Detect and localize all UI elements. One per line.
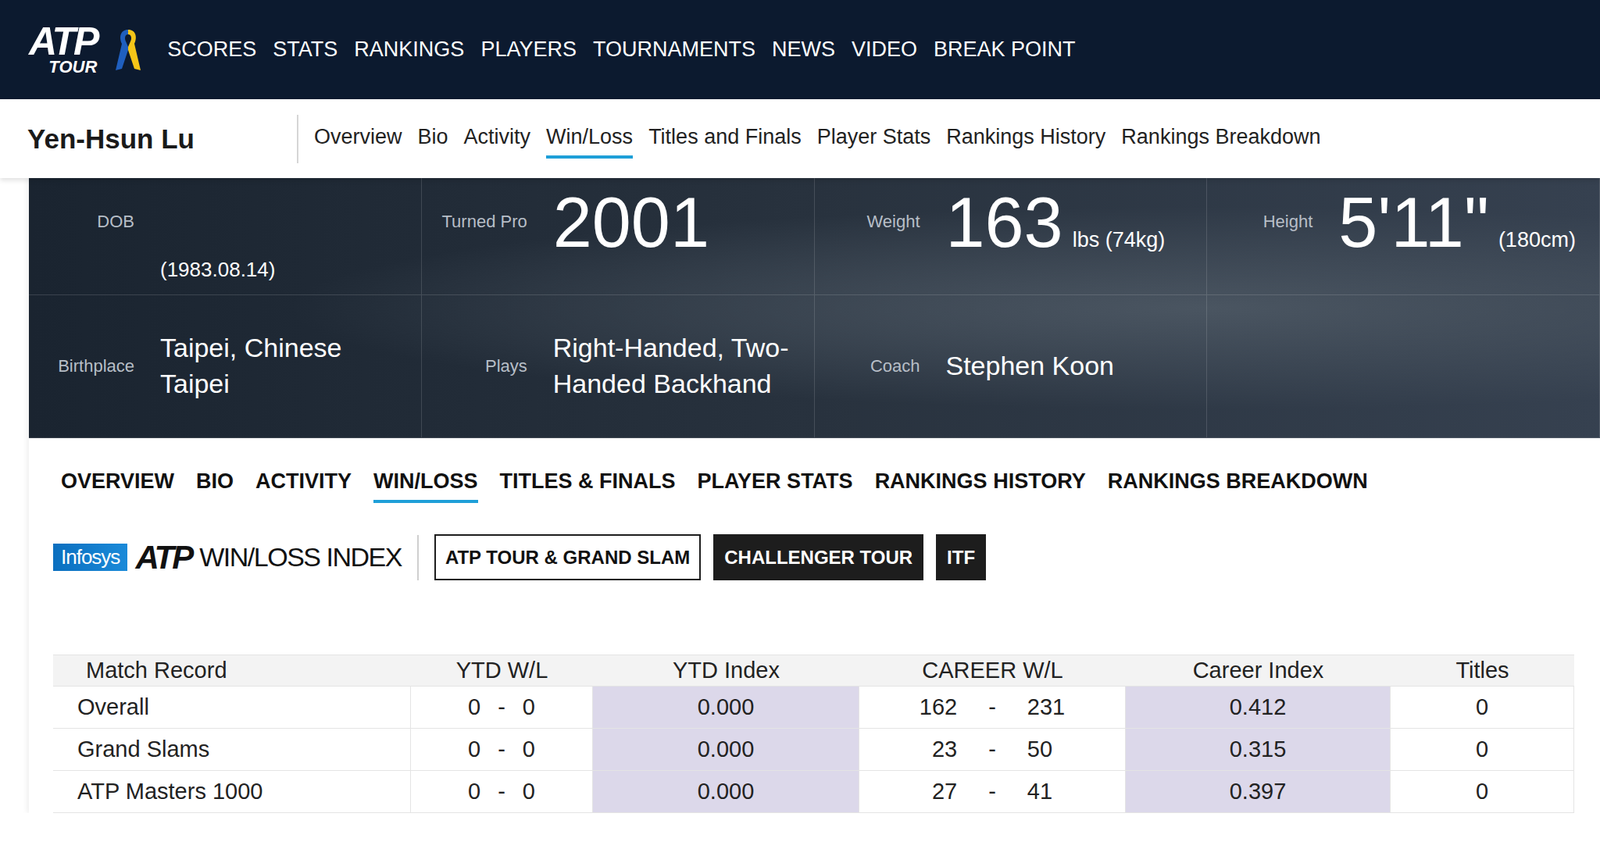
filter-button[interactable]: ATP TOUR & GRAND SLAM	[434, 534, 701, 581]
profile-label: Turned Pro	[421, 211, 528, 233]
player-tab[interactable]: Rankings Breakdown	[1121, 118, 1321, 159]
column-header: YTD W/L	[410, 655, 593, 686]
profile-cell: DOB (1983.08.14)	[28, 178, 422, 296]
column-header: Match Record	[53, 655, 411, 686]
ytd-wl-cell: 0-0	[410, 771, 593, 813]
nav-item[interactable]: TOURNAMENTS	[592, 37, 756, 62]
filter-button[interactable]: CHALLENGER TOUR	[713, 534, 924, 581]
divider	[296, 114, 299, 164]
titles-cell: 0	[1390, 686, 1575, 729]
section-tab[interactable]: BIO	[196, 469, 234, 504]
profile-value: (1983.08.14)	[160, 256, 283, 284]
column-header: Titles	[1390, 655, 1575, 686]
profile-cell	[1207, 295, 1600, 439]
table-header: Match RecordYTD W/LYTD IndexCAREER W/LCa…	[53, 654, 1575, 687]
section-tabs: OVERVIEW BIO ACTIVITY WIN/LOSS TITLES & FINA…	[28, 438, 1600, 504]
profile-value: 2001	[553, 187, 710, 258]
career-wl-cell: 162-231	[859, 686, 1126, 729]
profile-cell: Coach Stephen Koon	[814, 295, 1208, 439]
win-loss-index-bar: Infosys ATP WIN/LOSS INDEX ATP TOUR & GR…	[28, 503, 1600, 581]
player-tab[interactable]: Titles and Finals	[648, 118, 802, 159]
column-header: CAREER W/L	[859, 655, 1126, 686]
titles-cell: 0	[1390, 771, 1575, 813]
ytd-wl-cell: 0-0	[410, 686, 593, 729]
career-index-cell: 0.397	[1125, 771, 1391, 813]
nav-item[interactable]: NEWS	[771, 37, 836, 62]
row-label: ATP Masters 1000	[53, 771, 411, 813]
player-page: ATP TOUR SCORESSTATSRANKINGSPLAYERSTOURN…	[0, 0, 1600, 814]
player-tabs: Overview Bio Activity Win/Loss Titles and Fi…	[298, 118, 1322, 159]
career-index-cell: 0.412	[1125, 686, 1391, 729]
profile-value: Taipei, Chinese Taipei	[160, 330, 422, 403]
nav-item[interactable]: PLAYERS	[480, 37, 577, 62]
main-menu: SCORES STATS RANKINGS PLAYERS TOURNAMENTS NEW…	[167, 37, 1075, 62]
ytd-index-cell: 0.000	[592, 686, 860, 729]
section-tab[interactable]: RANKINGS HISTORY	[875, 469, 1086, 504]
section-tab[interactable]: ACTIVITY	[255, 469, 352, 504]
section-tab[interactable]: WIN/LOSS	[373, 469, 479, 504]
profile-value: 163 lbs (74kg)	[946, 187, 1166, 258]
column-header: Career Index	[1125, 655, 1391, 686]
profile-label: Birthplace	[28, 356, 135, 377]
profile-value: 5'11" (180cm)	[1338, 187, 1576, 258]
titles-cell: 0	[1390, 728, 1575, 771]
logo-sub: TOUR	[48, 59, 97, 75]
ribbon-icon	[112, 26, 144, 74]
profile-label: Height	[1207, 211, 1313, 233]
player-tab[interactable]: Overview	[314, 118, 403, 159]
player-header: Yen-Hsun Lu Overview Bio Activity Win/Loss T…	[0, 99, 1600, 179]
section-tab[interactable]: RANKINGS BREAKDOWN	[1107, 469, 1368, 504]
profile-cell: Plays Right-Handed, Two-Handed Backhand	[421, 295, 815, 439]
profile-value: Right-Handed, Two-Handed Backhand	[553, 330, 815, 403]
atp-logo: ATP	[135, 539, 192, 577]
profile-cell: Turned Pro 2001	[421, 178, 815, 296]
player-name: Yen-Hsun Lu	[0, 123, 297, 155]
section-tab[interactable]: PLAYER STATS	[697, 469, 854, 504]
profile-cell: Birthplace Taipei, Chinese Taipei	[28, 295, 422, 439]
profile-value: Stephen Koon	[946, 348, 1123, 385]
profile-label: Weight	[814, 211, 921, 233]
player-tab[interactable]: Bio	[417, 118, 449, 159]
profile-label: Coach	[814, 356, 921, 377]
profile-cell: Height 5'11" (180cm)	[1207, 178, 1600, 296]
player-tab[interactable]: Activity	[464, 118, 532, 159]
profile-cell: Weight 163 lbs (74kg)	[814, 178, 1208, 296]
win-loss-table: Match RecordYTD W/LYTD IndexCAREER W/LCa…	[53, 654, 1575, 814]
ytd-wl-cell: 0-0	[410, 728, 593, 771]
table-row: Grand Slams 0-0 0.000 23-50 0.315 0	[53, 728, 1575, 772]
profile-label: Plays	[421, 356, 528, 377]
career-wl-cell: 23-50	[859, 728, 1126, 771]
row-label: Grand Slams	[53, 728, 411, 771]
career-index-cell: 0.315	[1125, 728, 1391, 771]
ytd-index-cell: 0.000	[592, 728, 860, 771]
nav-item[interactable]: SCORES	[167, 37, 257, 62]
atp-tour-logo[interactable]: ATP TOUR	[28, 24, 97, 75]
profile-panel: DOB (1983.08.14)Turned Pro 2001 Weight 1…	[28, 178, 1600, 439]
career-wl-cell: 27-41	[859, 771, 1126, 813]
logo-mark: ATP	[28, 24, 97, 60]
nav-item[interactable]: BREAK POINT	[933, 37, 1076, 62]
column-header: YTD Index	[592, 655, 860, 686]
profile-label: DOB	[28, 211, 135, 233]
section-tab[interactable]: TITLES & FINALS	[500, 469, 676, 504]
main-content: DOB (1983.08.14)Turned Pro 2001 Weight 1…	[28, 178, 1600, 814]
infosys-logo: Infosys	[53, 543, 128, 572]
nav-item[interactable]: VIDEO	[851, 37, 918, 62]
row-label: Overall	[53, 686, 411, 729]
filter-button[interactable]: ITF	[935, 534, 986, 581]
index-title: WIN/LOSS INDEX	[199, 542, 402, 573]
profile-unit: lbs (74kg)	[1072, 228, 1166, 253]
top-nav: ATP TOUR SCORESSTATSRANKINGSPLAYERSTOURN…	[0, 0, 1600, 100]
table-row: Overall 0-0 0.000 162-231 0.412 0	[53, 686, 1575, 729]
nav-item[interactable]: STATS	[272, 37, 338, 62]
profile-unit: (180cm)	[1498, 228, 1576, 253]
player-tab[interactable]: Player Stats	[817, 118, 932, 159]
player-tab[interactable]: Rankings History	[946, 118, 1106, 159]
nav-item[interactable]: RANKINGS	[353, 37, 465, 62]
section-tab[interactable]: OVERVIEW	[60, 469, 175, 504]
divider	[417, 535, 419, 581]
ytd-index-cell: 0.000	[592, 771, 860, 813]
player-tab[interactable]: Win/Loss	[546, 118, 633, 159]
table-row: ATP Masters 1000 0-0 0.000 27-41 0.397 0	[53, 771, 1575, 814]
